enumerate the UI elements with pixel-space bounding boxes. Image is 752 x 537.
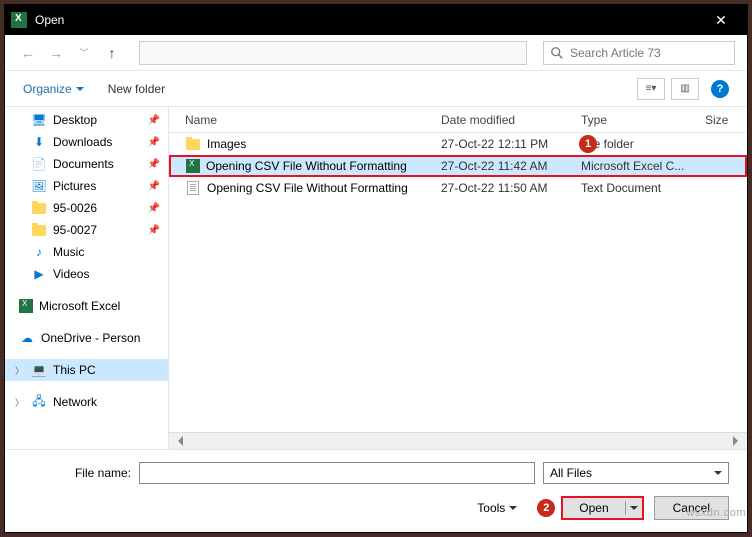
tree-pictures[interactable]: 🖼Pictures📌 bbox=[5, 175, 168, 197]
col-name[interactable]: Name bbox=[185, 113, 441, 127]
window-title: Open bbox=[35, 13, 701, 27]
open-dropdown[interactable] bbox=[626, 502, 642, 514]
excel-icon bbox=[19, 299, 33, 313]
tree-downloads[interactable]: ⬇Downloads📌 bbox=[5, 131, 168, 153]
documents-icon: 📄 bbox=[31, 156, 47, 172]
toolbar: Organize New folder ≡▾ ▥ ? bbox=[5, 71, 747, 107]
up-button[interactable]: ↑ bbox=[101, 42, 123, 64]
videos-icon: ▶ bbox=[31, 266, 47, 282]
tree-videos[interactable]: ▶Videos bbox=[5, 263, 168, 285]
tree-desktop[interactable]: 🖥Desktop📌 bbox=[5, 109, 168, 131]
search-input[interactable]: Search Article 73 bbox=[543, 41, 735, 65]
forward-button: → bbox=[45, 42, 67, 64]
folder-icon bbox=[32, 225, 46, 236]
search-icon bbox=[550, 46, 564, 60]
music-icon: ♪ bbox=[31, 244, 47, 260]
tree-music[interactable]: ♪Music bbox=[5, 241, 168, 263]
pin-icon: 📌 bbox=[148, 115, 160, 126]
col-type[interactable]: Type bbox=[581, 113, 705, 127]
file-row[interactable]: Opening CSV File Without Formatting 27-O… bbox=[169, 177, 747, 199]
pictures-icon: 🖼 bbox=[31, 178, 47, 194]
view-controls: ≡▾ ▥ ? bbox=[637, 78, 729, 100]
annotation-badge-2: 2 bbox=[537, 499, 555, 517]
desktop-icon: 🖥 bbox=[31, 112, 47, 128]
pin-icon: 📌 bbox=[148, 137, 160, 148]
pin-icon: 📌 bbox=[148, 203, 160, 214]
nav-tree[interactable]: 🖥Desktop📌 ⬇Downloads📌 📄Documents📌 🖼Pictu… bbox=[5, 107, 169, 449]
excel-file-icon bbox=[186, 159, 200, 173]
tree-folder-2[interactable]: 95-0027📌 bbox=[5, 219, 168, 241]
address-bar[interactable] bbox=[139, 41, 527, 65]
recent-dropdown[interactable]: ﹀ bbox=[73, 42, 95, 64]
horizontal-scrollbar[interactable] bbox=[169, 432, 747, 449]
help-button[interactable]: ? bbox=[711, 80, 729, 98]
organize-button[interactable]: Organize bbox=[23, 82, 84, 96]
file-row[interactable]: Images 27-Oct-22 12:11 PM File folder 1 bbox=[169, 133, 747, 155]
file-list[interactable]: Images 27-Oct-22 12:11 PM File folder 1 … bbox=[169, 133, 747, 432]
pc-icon: 💻 bbox=[31, 362, 47, 378]
open-dialog: Open ✕ ← → ﹀ ↑ Search Article 73 Organiz… bbox=[4, 4, 748, 533]
col-size[interactable]: Size bbox=[705, 113, 747, 127]
download-icon: ⬇ bbox=[31, 134, 47, 150]
tree-excel[interactable]: Microsoft Excel bbox=[5, 295, 168, 317]
nav-bar: ← → ﹀ ↑ Search Article 73 bbox=[5, 35, 747, 71]
titlebar: Open ✕ bbox=[5, 5, 747, 35]
file-row-selected[interactable]: Opening CSV File Without Formatting 27-O… bbox=[169, 155, 747, 177]
open-button[interactable]: Open bbox=[561, 496, 643, 520]
bottom-panel: File name: All Files Tools 2 Open Cancel bbox=[5, 449, 747, 532]
folder-icon bbox=[32, 203, 46, 214]
expand-icon[interactable]: 〉 bbox=[15, 396, 24, 409]
folder-icon bbox=[186, 139, 200, 150]
search-placeholder: Search Article 73 bbox=[570, 46, 661, 60]
tree-onedrive[interactable]: ☁OneDrive - Person bbox=[5, 327, 168, 349]
file-filter-dropdown[interactable]: All Files bbox=[543, 462, 729, 484]
text-file-icon bbox=[187, 181, 199, 195]
tree-documents[interactable]: 📄Documents📌 bbox=[5, 153, 168, 175]
annotation-badge-1: 1 bbox=[579, 135, 597, 153]
col-date[interactable]: Date modified bbox=[441, 113, 581, 127]
back-button[interactable]: ← bbox=[17, 42, 39, 64]
expand-icon[interactable]: 〉 bbox=[15, 364, 24, 377]
tree-network[interactable]: 〉🖧Network bbox=[5, 391, 168, 413]
excel-app-icon bbox=[11, 12, 27, 28]
network-icon: 🖧 bbox=[31, 394, 47, 410]
tools-dropdown[interactable]: Tools bbox=[477, 501, 517, 515]
pin-icon: 📌 bbox=[148, 181, 160, 192]
onedrive-icon: ☁ bbox=[19, 330, 35, 346]
view-list-button[interactable]: ≡▾ bbox=[637, 78, 665, 100]
preview-pane-button[interactable]: ▥ bbox=[671, 78, 699, 100]
pin-icon: 📌 bbox=[148, 225, 160, 236]
close-button[interactable]: ✕ bbox=[701, 12, 741, 29]
watermark: wsxdn.com bbox=[686, 507, 746, 519]
new-folder-button[interactable]: New folder bbox=[108, 82, 165, 96]
column-headers: Name Date modified Type Size bbox=[169, 107, 747, 133]
tree-this-pc[interactable]: 〉💻This PC bbox=[5, 359, 168, 381]
filename-input[interactable] bbox=[139, 462, 535, 484]
filename-label: File name: bbox=[23, 466, 131, 480]
pin-icon: 📌 bbox=[148, 159, 160, 170]
tree-folder-1[interactable]: 95-0026📌 bbox=[5, 197, 168, 219]
dialog-body: 🖥Desktop📌 ⬇Downloads📌 📄Documents📌 🖼Pictu… bbox=[5, 107, 747, 449]
file-pane: Name Date modified Type Size Images 27-O… bbox=[169, 107, 747, 449]
